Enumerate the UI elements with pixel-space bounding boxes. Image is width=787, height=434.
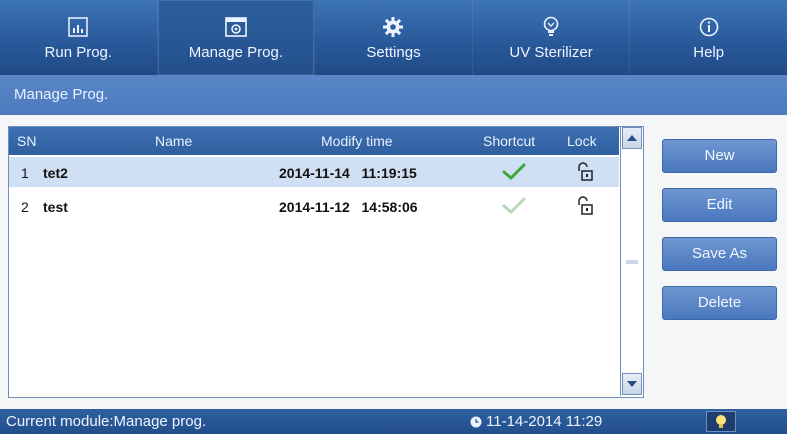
header-shortcut: Shortcut: [483, 133, 536, 149]
current-module-label: Current module:Manage prog.: [6, 413, 207, 430]
tab-label: Manage Prog.: [188, 44, 283, 61]
program-list: SN Name Modify time Shortcut Lock 1 tet2…: [8, 126, 644, 398]
tab-label: UV Sterilizer: [509, 44, 593, 61]
delete-button[interactable]: Delete: [662, 286, 777, 320]
shortcut-check-icon[interactable]: [502, 162, 526, 185]
gear-icon: [382, 14, 404, 40]
unlock-icon[interactable]: [576, 162, 594, 185]
row-sn: 1: [21, 165, 29, 181]
scroll-thumb[interactable]: [626, 260, 638, 264]
chart-icon: [68, 14, 89, 40]
scroll-up-button[interactable]: [622, 127, 642, 149]
tab-label: Settings: [366, 44, 421, 61]
arrow-down-icon: [627, 381, 637, 387]
top-navigation: Run Prog. Manage Prog. Settings UV Steri…: [0, 0, 787, 75]
scroll-down-button[interactable]: [622, 373, 642, 395]
status-bar: Current module:Manage prog. 11-14-2014 1…: [0, 409, 787, 434]
tab-run-prog[interactable]: Run Prog.: [0, 0, 158, 75]
clock: 11-14-2014 11:29: [470, 413, 602, 430]
page-title: Manage Prog.: [0, 75, 787, 115]
tab-settings[interactable]: Settings: [315, 0, 473, 75]
tab-manage-prog[interactable]: Manage Prog.: [157, 0, 316, 75]
row-modify-time: 2014-11-14 11:19:15: [279, 165, 417, 181]
table-row[interactable]: 2 test 2014-11-12 14:58:06: [9, 191, 619, 221]
row-sn: 2: [21, 199, 29, 215]
header-lock: Lock: [567, 133, 597, 149]
shortcut-check-icon[interactable]: [502, 196, 526, 219]
tab-label: Run Prog.: [44, 44, 113, 61]
settings-box-icon: [225, 14, 247, 40]
header-modify-time: Modify time: [321, 133, 393, 149]
header-name: Name: [155, 133, 193, 149]
light-bulb-icon: [716, 414, 726, 428]
row-name: test: [43, 199, 68, 215]
info-icon: [699, 14, 719, 40]
unlock-icon[interactable]: [576, 196, 594, 219]
tab-help[interactable]: Help: [630, 0, 787, 75]
clock-icon: [470, 416, 482, 427]
new-button[interactable]: New: [662, 139, 777, 173]
tab-label: Help: [693, 44, 725, 61]
tab-uv-sterilizer[interactable]: UV Sterilizer: [473, 0, 631, 75]
scrollbar[interactable]: [620, 127, 643, 396]
edit-button[interactable]: Edit: [662, 188, 777, 222]
save-as-button[interactable]: Save As: [662, 237, 777, 271]
uv-icon: [542, 14, 560, 40]
datetime: 11-14-2014 11:29: [486, 413, 603, 430]
light-button[interactable]: [706, 411, 736, 432]
row-name: tet2: [43, 165, 68, 181]
arrow-up-icon: [627, 135, 637, 141]
header-sn: SN: [17, 133, 37, 149]
row-modify-time: 2014-11-12 14:58:06: [279, 199, 418, 215]
table-row[interactable]: 1 tet2 2014-11-14 11:19:15: [9, 157, 619, 187]
table-header: SN Name Modify time Shortcut Lock: [9, 127, 619, 155]
